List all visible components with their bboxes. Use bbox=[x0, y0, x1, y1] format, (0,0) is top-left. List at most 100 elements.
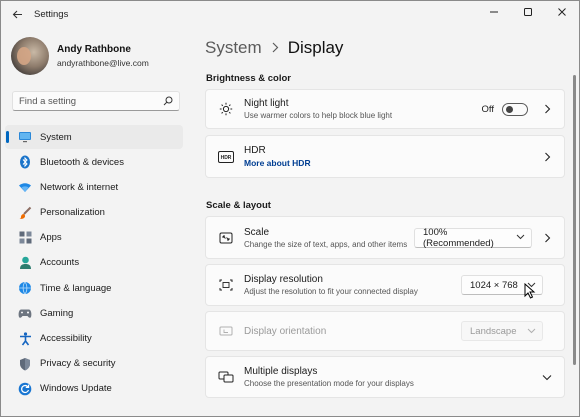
scale-card[interactable]: Scale Change the size of text, apps, and… bbox=[205, 216, 565, 259]
sidebar-item-bluetooth[interactable]: Bluetooth & devices bbox=[5, 150, 183, 174]
search-input[interactable] bbox=[19, 95, 159, 107]
settings-window: Settings Andy Rathbone andyrathbone@live… bbox=[0, 0, 580, 417]
multiple-displays-card[interactable]: Multiple displays Choose the presentatio… bbox=[205, 356, 565, 398]
night-light-card[interactable]: Night light Use warmer colors to help bl… bbox=[205, 89, 565, 129]
maximize-button[interactable] bbox=[511, 1, 545, 23]
close-button[interactable] bbox=[545, 1, 579, 23]
scale-description: Change the size of text, apps, and other… bbox=[244, 239, 408, 249]
person-icon bbox=[18, 256, 32, 270]
resolution-description: Adjust the resolution to fit your connec… bbox=[244, 287, 418, 296]
sidebar-item-privacy[interactable]: Privacy & security bbox=[5, 352, 183, 376]
apps-icon bbox=[18, 231, 32, 245]
section-heading-brightness: Brightness & color bbox=[206, 73, 291, 84]
update-icon bbox=[18, 382, 32, 396]
brush-icon bbox=[18, 206, 32, 220]
resolution-selected-value: 1024 × 768 bbox=[470, 279, 518, 291]
scale-title: Scale bbox=[244, 226, 270, 238]
display-resolution-card[interactable]: Display resolution Adjust the resolution… bbox=[205, 264, 565, 306]
profile-name: Andy Rathbone bbox=[57, 44, 131, 55]
chevron-down-icon bbox=[527, 326, 536, 337]
svg-text:HDR: HDR bbox=[221, 155, 232, 161]
hdr-link[interactable]: More about HDR bbox=[244, 158, 540, 168]
maximize-icon bbox=[524, 8, 532, 16]
chevron-right-icon[interactable] bbox=[540, 231, 554, 245]
sidebar-item-label: Windows Update bbox=[40, 383, 112, 395]
scrollbar-thumb[interactable] bbox=[573, 75, 576, 365]
sidebar-item-gaming[interactable]: Gaming bbox=[5, 301, 183, 325]
section-heading-scale: Scale & layout bbox=[206, 200, 271, 211]
sidebar-item-network[interactable]: Network & internet bbox=[5, 175, 183, 199]
sidebar-item-label: Personalization bbox=[40, 207, 105, 219]
monitor-icon bbox=[18, 130, 32, 144]
sidebar: Andy Rathbone andyrathbone@live.com Syst… bbox=[1, 27, 191, 416]
multiple-displays-description: Choose the presentation mode for your di… bbox=[244, 379, 414, 388]
orientation-dropdown: Landscape bbox=[461, 321, 543, 341]
sidebar-item-label: Accounts bbox=[40, 257, 80, 269]
sidebar-item-label: Time & language bbox=[40, 282, 112, 294]
globe-clock-icon bbox=[18, 281, 32, 295]
display-orientation-card: Display orientation Landscape bbox=[205, 311, 565, 351]
orientation-title: Display orientation bbox=[244, 325, 327, 337]
close-icon bbox=[558, 8, 566, 16]
sidebar-item-label: Accessibility bbox=[40, 333, 92, 344]
wifi-icon bbox=[18, 180, 32, 194]
search-box[interactable] bbox=[12, 91, 180, 111]
night-light-state: Off bbox=[481, 103, 495, 115]
shield-icon bbox=[18, 357, 32, 371]
orientation-icon bbox=[218, 323, 234, 339]
back-button[interactable] bbox=[6, 3, 28, 25]
scale-dropdown[interactable]: 100% (Recommended) bbox=[414, 226, 532, 249]
sidebar-item-accounts[interactable]: Accounts bbox=[5, 251, 183, 275]
breadcrumb-parent[interactable]: System bbox=[205, 38, 262, 58]
bluetooth-icon bbox=[18, 155, 32, 169]
sidebar-item-label: Network & internet bbox=[40, 181, 119, 193]
chevron-down-icon[interactable] bbox=[540, 370, 554, 384]
multiple-displays-icon bbox=[218, 369, 234, 385]
sidebar-nav: System Bluetooth & devices Network & int… bbox=[5, 125, 183, 402]
scale-selected-value: 100% (Recommended) bbox=[423, 226, 494, 249]
hdr-title: HDR bbox=[244, 145, 266, 156]
minimize-icon bbox=[490, 11, 498, 13]
resolution-title: Display resolution bbox=[244, 274, 323, 285]
sidebar-item-system[interactable]: System bbox=[5, 125, 183, 149]
chevron-right-icon bbox=[271, 40, 279, 56]
minimize-button[interactable] bbox=[477, 1, 511, 23]
brightness-icon bbox=[218, 101, 234, 117]
profile-email: andyrathbone@live.com bbox=[57, 58, 149, 68]
chevron-right-icon[interactable] bbox=[540, 102, 554, 116]
window-controls bbox=[477, 1, 579, 23]
breadcrumb: System Display bbox=[205, 38, 343, 58]
resolution-icon bbox=[218, 277, 234, 293]
scale-icon bbox=[218, 230, 234, 246]
main-content: System Display Brightness & color Night … bbox=[191, 27, 571, 416]
back-arrow-icon bbox=[12, 10, 22, 18]
multiple-displays-title: Multiple displays bbox=[244, 366, 318, 377]
sidebar-item-accessibility[interactable]: Accessibility bbox=[5, 327, 183, 351]
chevron-right-icon[interactable] bbox=[540, 150, 554, 164]
main-scrollbar[interactable] bbox=[570, 27, 579, 416]
user-profile[interactable]: Andy Rathbone andyrathbone@live.com bbox=[11, 37, 149, 75]
sidebar-item-label: Apps bbox=[40, 232, 62, 244]
sidebar-item-time-language[interactable]: Time & language bbox=[5, 276, 183, 300]
sidebar-item-personalization[interactable]: Personalization bbox=[5, 201, 183, 225]
sidebar-item-label: Bluetooth & devices bbox=[40, 156, 124, 168]
night-light-title: Night light bbox=[244, 98, 289, 109]
hdr-icon: HDR bbox=[218, 149, 234, 165]
night-light-toggle[interactable] bbox=[502, 102, 528, 116]
mouse-cursor-icon bbox=[524, 283, 536, 299]
sidebar-item-label: System bbox=[40, 131, 72, 143]
sidebar-item-windows-update[interactable]: Windows Update bbox=[5, 377, 183, 401]
night-light-description: Use warmer colors to help block blue lig… bbox=[244, 111, 393, 120]
page-title: Display bbox=[287, 38, 344, 57]
sidebar-item-label: Privacy & security bbox=[40, 358, 116, 370]
orientation-selected-value: Landscape bbox=[470, 325, 517, 337]
sidebar-item-label: Gaming bbox=[40, 307, 74, 319]
title-bar: Settings bbox=[1, 1, 579, 27]
app-title: Settings bbox=[34, 8, 69, 20]
avatar bbox=[11, 37, 49, 75]
chevron-down-icon bbox=[516, 232, 525, 243]
controller-icon bbox=[18, 306, 32, 320]
hdr-card[interactable]: HDR HDR More about HDR bbox=[205, 135, 565, 178]
accessibility-icon bbox=[18, 331, 32, 346]
sidebar-item-apps[interactable]: Apps bbox=[5, 226, 183, 250]
